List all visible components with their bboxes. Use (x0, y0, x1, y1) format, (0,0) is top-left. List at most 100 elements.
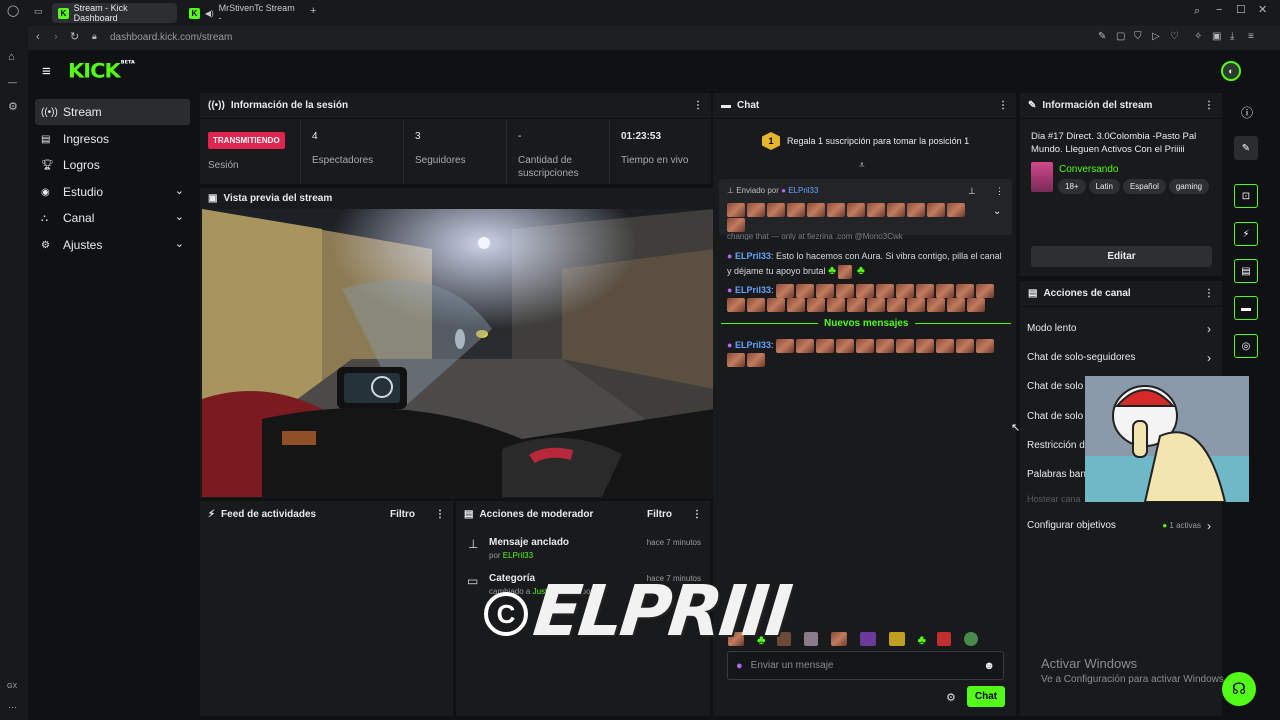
panel-header: ▤ Acciones de canal ⋮ (1020, 281, 1222, 307)
extensions-icon[interactable]: ✧ (1194, 32, 1202, 42)
chat-settings-icon[interactable]: ⚙ (946, 691, 956, 704)
emote-frog: ♣ (828, 263, 836, 277)
mic-icon: ● (727, 340, 733, 350)
chat-input-placeholder: Enviar un mensaje (750, 660, 834, 671)
more-options-icon[interactable]: ⋮ (693, 100, 703, 111)
panel-title: Acciones de moderador (479, 508, 594, 520)
heart-icon[interactable]: ♡ (1170, 32, 1179, 42)
sidebar-item-canal[interactable]: ⛬ Canal ⌄ (35, 205, 190, 231)
sidebar-item-stream[interactable]: ((•)) Stream (35, 99, 190, 125)
activity-feed-panel: ⚡︎ Feed de actividades Filtro ⋮ (200, 501, 453, 716)
lightning-icon: ⚡︎ (208, 508, 216, 520)
more-options-icon[interactable]: ⋮ (692, 509, 702, 520)
gear-icon: ⚙ (41, 239, 50, 251)
lightning-icon[interactable]: ⚡︎ (1234, 222, 1258, 246)
kick-logo[interactable]: KICKBETA (68, 60, 135, 83)
app-header (28, 50, 1280, 92)
download-icon[interactable]: ⤓ (1230, 32, 1234, 42)
more-options-icon[interactable]: ⋮ (995, 186, 1004, 197)
hamburger-icon[interactable]: ≡ (42, 64, 51, 79)
sidebar-item-ajustes[interactable]: ⚙ Ajustes ⌄ (35, 232, 190, 258)
new-tab-icon[interactable]: + (310, 6, 316, 17)
chat-icon[interactable]: ▬ (1234, 296, 1258, 320)
stat-value: 3 (415, 131, 421, 142)
support-chat-icon[interactable]: ☊ (1222, 672, 1256, 706)
tab-title: MrStivenTc Stream - (218, 3, 295, 23)
more-options-icon[interactable]: ⋮ (1204, 100, 1214, 111)
panel-title: Chat (737, 100, 760, 111)
channel-icon: ▤ (1028, 288, 1038, 299)
back-icon[interactable]: ‹ (36, 32, 40, 43)
capture-icon[interactable]: ⊡ (1234, 184, 1258, 208)
opera-logo-icon[interactable]: ◯ (7, 6, 19, 17)
sidebar-item-logros[interactable]: 🏆︎ Logros (35, 152, 190, 178)
minimize-icon[interactable]: − (1216, 5, 1222, 16)
action-label: Configurar objetivos (1027, 520, 1116, 531)
shield-icon[interactable]: ⛉ (1134, 32, 1142, 42)
collapse-icon[interactable]: ⩡ (859, 160, 865, 171)
more-options-icon[interactable]: ⋮ (998, 100, 1008, 111)
search-icon[interactable]: ⌕ (1194, 6, 1200, 17)
chevron-down-icon: ⌄ (174, 185, 184, 197)
reload-icon[interactable]: ↻ (70, 32, 79, 43)
mod-action-user[interactable]: ELPril33 (503, 551, 533, 560)
pin-icon[interactable]: ✎ (1098, 32, 1106, 42)
forward-icon[interactable]: › (54, 32, 58, 43)
panel-title: Feed de actividades (221, 508, 317, 520)
wallet-icon[interactable]: ▣ (1212, 32, 1221, 42)
play-icon[interactable]: ▷ (1152, 32, 1160, 42)
more-options-icon[interactable]: ⋮ (435, 509, 445, 520)
tab-mrstiventc-stream[interactable]: K ◀) MrStivenTc Stream - (183, 3, 305, 23)
filter-button[interactable]: Filtro (390, 509, 415, 520)
edit-button[interactable]: Editar (1031, 246, 1212, 267)
stat-value: 4 (312, 131, 318, 142)
info-icon[interactable]: ⓘ (1241, 104, 1253, 121)
settings-icon[interactable]: ⚙ (8, 102, 18, 113)
url-field[interactable]: dashboard.kick.com/stream (110, 32, 232, 43)
panel-title: Información de la sesión (230, 100, 349, 111)
pinned-user[interactable]: ELPril33 (788, 186, 818, 195)
chat-username[interactable]: ELPril33 (735, 340, 771, 350)
chevron-down-icon[interactable]: ⌄ (993, 206, 1001, 217)
maximize-icon[interactable]: ☐ (1236, 5, 1246, 16)
emote-frog[interactable]: ♣ (918, 632, 927, 647)
chat-username[interactable]: ELPril33 (735, 251, 771, 261)
gift-leaderboard-text[interactable]: Regala 1 suscripción para tomar la posic… (787, 136, 969, 146)
broadcast-icon[interactable]: ◎ (1234, 334, 1258, 358)
panel-title: Acciones de canal (1043, 288, 1131, 299)
edit-pencil-icon[interactable]: ✎ (1234, 136, 1258, 160)
cartoon-helmet-image (1085, 376, 1249, 502)
channel-action-slow-mode[interactable]: Modo lento › (1027, 322, 1213, 336)
panel-header: ((•)) Información de la sesión ⋮ (200, 93, 711, 119)
chat-input[interactable]: ● Enviar un mensaje ☻ (727, 651, 1004, 680)
more-icon[interactable]: … (8, 701, 17, 710)
gx-label: GX (7, 683, 18, 690)
unpin-icon[interactable]: ⊥ (968, 186, 976, 197)
stream-video[interactable] (202, 209, 714, 497)
close-icon[interactable]: ✕ (1258, 5, 1267, 16)
snapshot-icon[interactable]: ▢ (1116, 32, 1125, 42)
stat-viewers: 4 Espectadores (304, 120, 404, 184)
menu-icon[interactable]: ≡ (1248, 32, 1254, 42)
emoji-icon[interactable]: ☻ (983, 660, 995, 672)
category-thumbnail[interactable] (1031, 162, 1053, 192)
tab-menu-icon[interactable]: ▭ (34, 7, 43, 16)
action-label: Chat de solo (1027, 411, 1084, 422)
filter-button[interactable]: Filtro (647, 509, 672, 520)
sidebar-item-ingresos[interactable]: ▤ Ingresos (35, 126, 190, 152)
avatar[interactable]: ◐ (1221, 61, 1241, 81)
document-icon[interactable]: ▤ (1234, 259, 1258, 283)
extension-icon[interactable]: ⌂ (8, 52, 15, 63)
channel-action-goals[interactable]: Configurar objetivos ● 1 activas › (1027, 519, 1213, 533)
more-options-icon[interactable]: ⋮ (1204, 288, 1214, 299)
sidebar-item-estudio[interactable]: ◉ Estudio ⌄ (35, 179, 190, 205)
chat-username[interactable]: ELPril33 (735, 285, 771, 295)
send-chat-button[interactable]: Chat (967, 686, 1005, 707)
panel-title: Vista previa del stream (223, 193, 333, 204)
chevron-right-icon: › (1207, 351, 1211, 365)
channel-action-followers-only[interactable]: Chat de solo-seguidores › (1027, 351, 1213, 365)
new-messages-label[interactable]: Nuevos mensajes (818, 318, 915, 329)
tab-kick-dashboard[interactable]: K Stream - Kick Dashboard (52, 3, 177, 23)
category-name[interactable]: Conversando (1059, 164, 1118, 175)
sidebar-item-label: Stream (63, 105, 102, 119)
